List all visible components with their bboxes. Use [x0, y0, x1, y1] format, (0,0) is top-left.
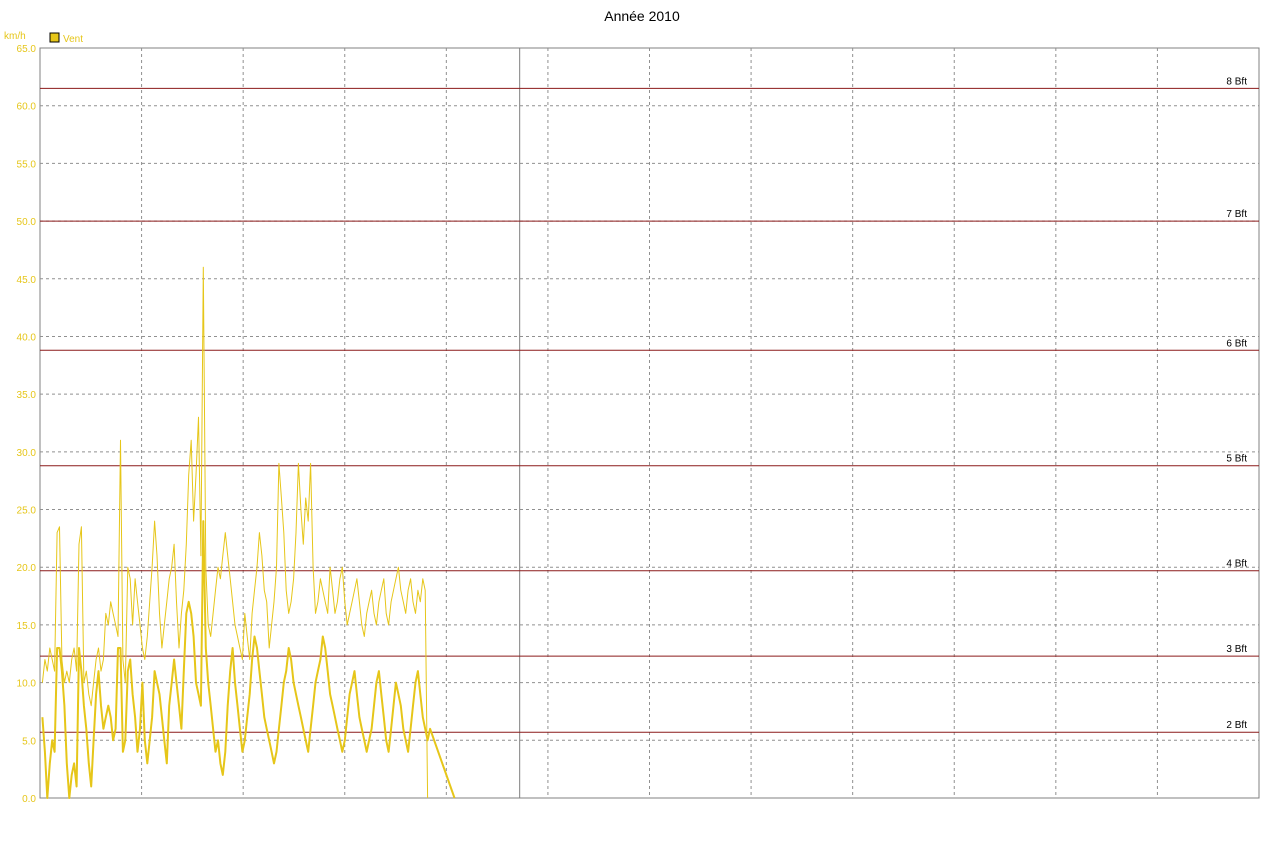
y-tick-label: 20.0: [17, 563, 37, 574]
y-tick-label: 15.0: [17, 621, 37, 632]
y-tick-label: 55.0: [17, 159, 37, 170]
y-tick-label: 65.0: [17, 44, 37, 55]
wind-chart: Année 2010 km/h Vent 2 Bft 3 Bft 4 Bft 5 Bf…: [4, 8, 1260, 805]
threshold-label: 4 Bft: [1226, 559, 1247, 570]
threshold-label: 7 Bft: [1226, 209, 1247, 220]
y-tick-label: 5.0: [22, 736, 36, 747]
y-tick-label: 0.0: [22, 794, 36, 805]
legend-label: Vent: [63, 34, 83, 45]
y-tick-label: 60.0: [17, 102, 37, 113]
y-tick-label: 35.0: [17, 390, 37, 401]
y-tick-label: 25.0: [17, 506, 37, 517]
chart-title: Année 2010: [604, 8, 680, 24]
y-tick-label: 10.0: [17, 679, 37, 690]
threshold-label: 3 Bft: [1226, 644, 1247, 655]
threshold-label: 6 Bft: [1226, 338, 1247, 349]
y-tick-label: 30.0: [17, 448, 37, 459]
threshold-label: 5 Bft: [1226, 454, 1247, 465]
y-ticks: 0.0 5.0 10.0 15.0 20.0 25.0 30.0 35.0 40.0 45.0 50…: [17, 44, 37, 805]
legend: Vent: [49, 32, 83, 45]
threshold-label: 8 Bft: [1226, 76, 1247, 87]
y-tick-label: 50.0: [17, 217, 37, 228]
legend-swatch: [49, 32, 60, 43]
y-axis-label: km/h: [4, 31, 26, 42]
y-tick-label: 40.0: [17, 332, 37, 343]
y-tick-label: 45.0: [17, 275, 37, 286]
threshold-label: 2 Bft: [1226, 720, 1247, 731]
